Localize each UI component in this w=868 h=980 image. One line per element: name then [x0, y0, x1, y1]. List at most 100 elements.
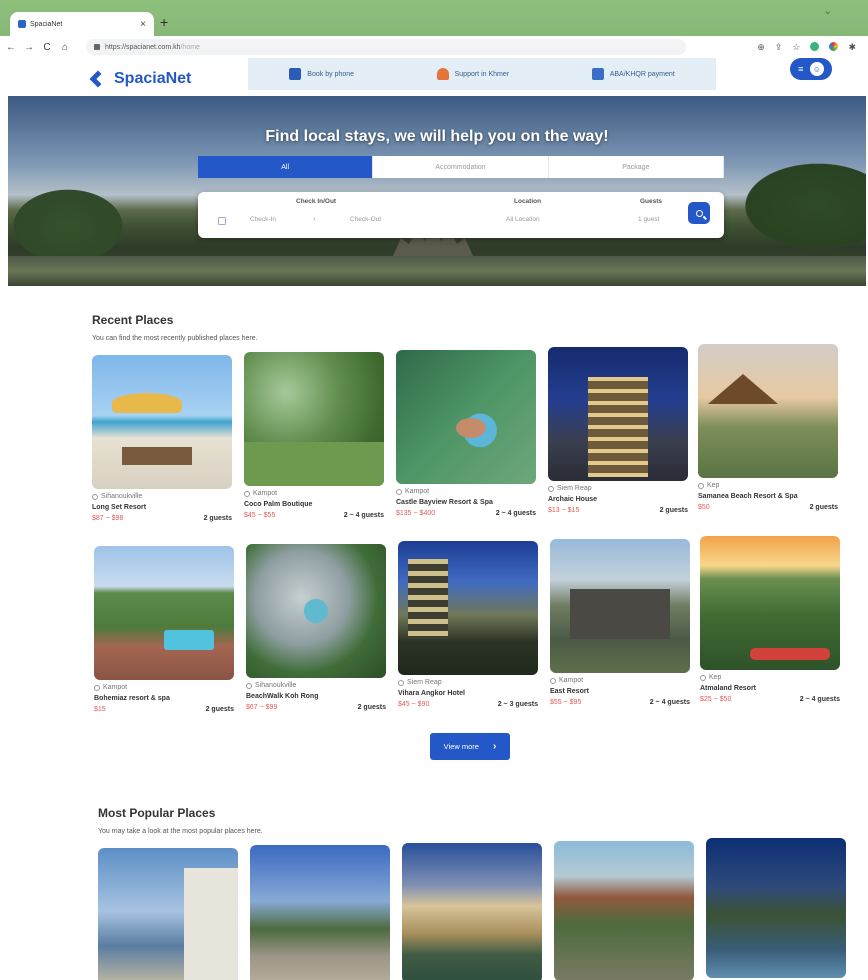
place-meta: $135 ~ $400 2 ~ 4 guests	[396, 510, 536, 517]
place-meta: $87 ~ $98 2 guests	[92, 515, 232, 522]
location-pin-icon	[550, 677, 556, 684]
place-card[interactable]: Siem Reap Archaic House $13 ~ $15 2 guests	[548, 347, 688, 514]
place-photo[interactable]	[550, 539, 690, 673]
place-card[interactable]: Sihanoukville BeachWalk Koh Rong $67 ~ $99…	[246, 544, 386, 711]
bookmark-star-icon[interactable]: ☆	[792, 42, 800, 53]
place-name[interactable]: East Resort	[550, 688, 690, 695]
place-location: Kep	[700, 674, 840, 681]
place-location: Sihanoukville	[246, 682, 386, 689]
place-name[interactable]: Castle Bayview Resort & Spa	[396, 499, 536, 506]
place-guests: 2 ~ 4 guests	[649, 699, 690, 706]
tab-package[interactable]: Package	[548, 156, 724, 178]
place-location-text: Sihanoukville	[255, 682, 297, 689]
payment-icon	[591, 68, 604, 80]
zoom-icon[interactable]: ⊕	[757, 42, 765, 53]
place-name[interactable]: Atmaland Resort	[700, 685, 840, 692]
checkinout-label: Check In/Out	[296, 198, 337, 205]
place-card[interactable]: Sihanoukville Long Set Resort $87 ~ $98 2 g…	[92, 355, 232, 522]
place-photo[interactable]	[244, 352, 384, 486]
place-guests: 2 ~ 4 guests	[495, 510, 536, 517]
place-card[interactable]: Kampot East Resort $55 ~ $95 2 ~ 4 guests	[550, 539, 690, 706]
view-more-button[interactable]: View more ›	[430, 733, 510, 760]
place-location: Kampot	[396, 488, 536, 495]
popular-place-card[interactable]	[98, 848, 238, 980]
book-by-phone-item: Book by phone	[289, 68, 354, 80]
extensions-puzzle-icon[interactable]: ✱	[848, 42, 856, 53]
info-label: Book by phone	[307, 70, 354, 78]
popular-place-card[interactable]	[706, 838, 846, 978]
place-photo[interactable]	[398, 541, 538, 675]
place-location-text: Kep	[709, 674, 722, 681]
place-name[interactable]: BeachWalk Koh Rong	[246, 693, 386, 700]
search-icon	[695, 209, 703, 217]
place-price: $135 ~ $400	[396, 510, 436, 517]
place-photo[interactable]	[700, 536, 840, 670]
share-icon[interactable]: ⇪	[775, 42, 783, 53]
location-pin-icon	[94, 684, 100, 691]
place-name[interactable]: Vihara Angkor Hotel	[398, 690, 538, 697]
location-pin-icon	[700, 674, 706, 681]
back-icon[interactable]: ←	[4, 42, 18, 53]
minimize-icon[interactable]: ⌄	[824, 6, 832, 17]
site-logo[interactable]: SpaciaNet	[92, 70, 191, 88]
place-guests: 2 ~ 3 guests	[497, 701, 538, 708]
extension-icon[interactable]	[810, 41, 820, 51]
chevron-right-icon: ›	[492, 741, 497, 752]
place-photo[interactable]	[92, 355, 232, 489]
view-more-label: View more	[443, 742, 479, 751]
place-name[interactable]: Archaic House	[548, 496, 688, 503]
url-field[interactable]: https://spacianet.com.kh /home	[86, 39, 686, 55]
popular-place-card[interactable]	[250, 845, 390, 980]
checkin-field[interactable]: Check-In	[250, 216, 276, 223]
info-banner: Book by phone Support in Khmer ABA/KHQR …	[248, 58, 716, 90]
guests-select[interactable]: 1 guest	[638, 216, 659, 223]
place-location-text: Kampot	[559, 677, 584, 684]
user-menu-button[interactable]: ≡ ☺	[790, 58, 832, 80]
home-icon[interactable]: ⌂	[58, 42, 72, 53]
place-photo[interactable]	[94, 546, 234, 680]
place-card[interactable]: Kep Atmaland Resort $25 ~ $50 2 ~ 4 guests	[700, 536, 840, 703]
close-tab-icon[interactable]: ×	[140, 19, 146, 30]
checkout-field[interactable]: Check-Out	[350, 216, 381, 223]
place-photo[interactable]	[246, 544, 386, 678]
place-card[interactable]: Kampot Coco Palm Boutique $45 ~ $55 2 ~ 4 g…	[244, 352, 384, 519]
place-meta: $15 2 guests	[94, 706, 234, 713]
location-label: Location	[514, 198, 542, 205]
search-tabs: All Accommodation Package	[198, 156, 724, 178]
place-price: $15	[94, 706, 106, 713]
reload-icon[interactable]: C	[40, 42, 54, 53]
popular-place-card[interactable]	[554, 841, 694, 980]
place-meta: $55 ~ $95 2 ~ 4 guests	[550, 699, 690, 706]
tab-accommodation[interactable]: Accommodation	[373, 156, 549, 178]
url-host: https://spacianet.com.kh	[105, 43, 181, 51]
location-select[interactable]: All Location	[506, 216, 540, 223]
browser-toolbar-icons: ⊕ ⇪ ☆ ✱	[757, 41, 856, 53]
place-location-text: Sihanoukville	[101, 493, 143, 500]
place-name[interactable]: Bohemiaz resort & spa	[94, 695, 234, 702]
place-name[interactable]: Coco Palm Boutique	[244, 501, 384, 508]
extension-color-icon[interactable]	[829, 41, 839, 51]
place-photo[interactable]	[698, 344, 838, 478]
place-guests: 2 guests	[357, 704, 386, 711]
place-photo[interactable]	[548, 347, 688, 481]
place-card[interactable]: Kampot Castle Bayview Resort & Spa $135 ~ …	[396, 350, 536, 517]
calendar-icon	[218, 217, 226, 225]
forward-icon[interactable]: →	[22, 42, 36, 53]
place-photo[interactable]	[396, 350, 536, 484]
place-card[interactable]: Kep Samanea Beach Resort & Spa $50 2 guests	[698, 344, 838, 511]
browser-tab[interactable]: SpaciaNet ×	[10, 12, 154, 36]
search-button[interactable]	[688, 202, 710, 224]
place-card[interactable]: Kampot Bohemiaz resort & spa $15 2 guests	[94, 546, 234, 713]
place-name[interactable]: Samanea Beach Resort & Spa	[698, 493, 838, 500]
popular-place-card[interactable]	[402, 843, 542, 980]
place-card[interactable]: Siem Reap Vihara Angkor Hotel $45 ~ $90 2 ~…	[398, 541, 538, 708]
new-tab-button[interactable]: +	[160, 14, 168, 30]
place-name[interactable]: Long Set Resort	[92, 504, 232, 511]
place-price: $45 ~ $90	[398, 701, 430, 708]
hero-title: Find local stays, we will help you on th…	[265, 128, 609, 145]
tab-all[interactable]: All	[198, 156, 374, 178]
payment-item: ABA/KHQR payment	[591, 68, 675, 80]
location-pin-icon	[398, 679, 404, 686]
support-icon	[436, 68, 449, 80]
place-price: $25 ~ $50	[700, 696, 732, 703]
